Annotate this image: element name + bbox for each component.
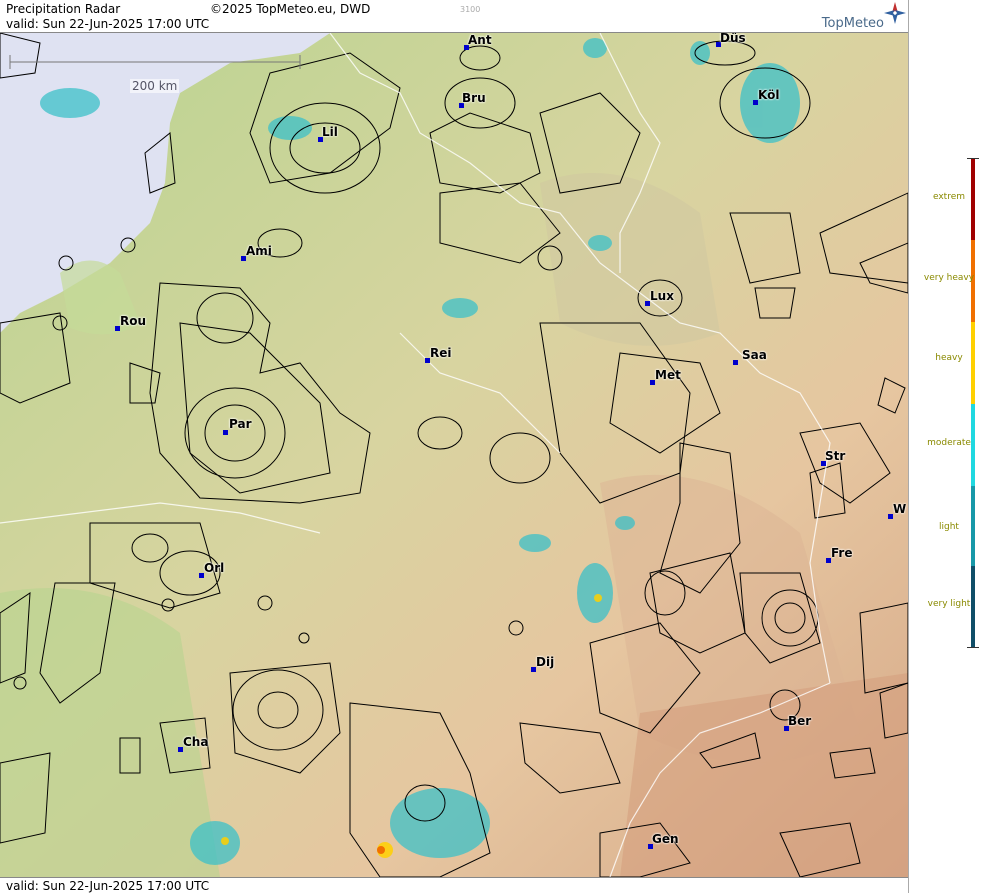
city-label[interactable]: Met — [655, 368, 681, 382]
legend-label-heavy: heavy — [935, 353, 963, 363]
city-label[interactable]: Fre — [831, 546, 853, 560]
city-label[interactable]: Orl — [204, 561, 224, 575]
city-label[interactable]: Düs — [720, 33, 746, 45]
city-label[interactable]: Lil — [322, 125, 338, 139]
legend-bar-heavy — [971, 322, 975, 404]
city-label[interactable]: Rei — [430, 346, 452, 360]
city-label[interactable]: Rou — [120, 314, 146, 328]
city-label[interactable]: Lux — [650, 289, 674, 303]
copyright-text: ©2025 TopMeteo.eu, DWD — [210, 2, 371, 16]
legend-label-very-heavy: very heavy — [923, 273, 975, 283]
city-label[interactable]: Köl — [758, 88, 779, 102]
city-label[interactable]: Dij — [536, 655, 554, 669]
product-title: Precipitation Radar — [6, 2, 121, 16]
city-label[interactable]: W — [893, 502, 906, 516]
topmeteo-logo: TopMeteo — [821, 16, 884, 31]
city-label[interactable]: Gen — [652, 832, 679, 846]
city-label[interactable]: Saa — [742, 348, 767, 362]
city-marker — [223, 430, 228, 435]
valid-time: valid: Sun 22-Jun-2025 17:00 UTC — [6, 17, 210, 31]
city-label[interactable]: Par — [229, 417, 252, 431]
city-label[interactable]: Ant — [468, 33, 492, 47]
legend-label-light: light — [939, 522, 959, 532]
legend-label-extrem: extrem — [932, 192, 966, 202]
radar-map[interactable]: 200 km Ant Düs Bru Köl Lil Ami Lux Rou R… — [0, 33, 908, 877]
header-bar: Precipitation Radar ©2025 TopMeteo.eu, D… — [0, 0, 908, 33]
city-label[interactable]: Ami — [246, 244, 272, 258]
city-marker — [733, 360, 738, 365]
footer-bar: valid: Sun 22-Jun-2025 17:00 UTC — [0, 877, 908, 894]
legend-label-very-light: very light — [927, 599, 971, 609]
compass-icon — [884, 2, 906, 24]
footer-valid-time: valid: Sun 22-Jun-2025 17:00 UTC — [6, 879, 210, 893]
map-code: 3100 — [460, 5, 481, 14]
legend-label-moderate: moderate — [927, 438, 971, 448]
city-label[interactable]: Str — [825, 449, 845, 463]
map-canvas — [0, 33, 908, 877]
intensity-legend: extrem very heavy heavy moderate light v… — [908, 0, 1000, 893]
scale-label: 200 km — [130, 79, 180, 93]
city-label[interactable]: Ber — [788, 714, 811, 728]
city-label[interactable]: Bru — [462, 91, 486, 105]
city-label[interactable]: Cha — [183, 735, 208, 749]
